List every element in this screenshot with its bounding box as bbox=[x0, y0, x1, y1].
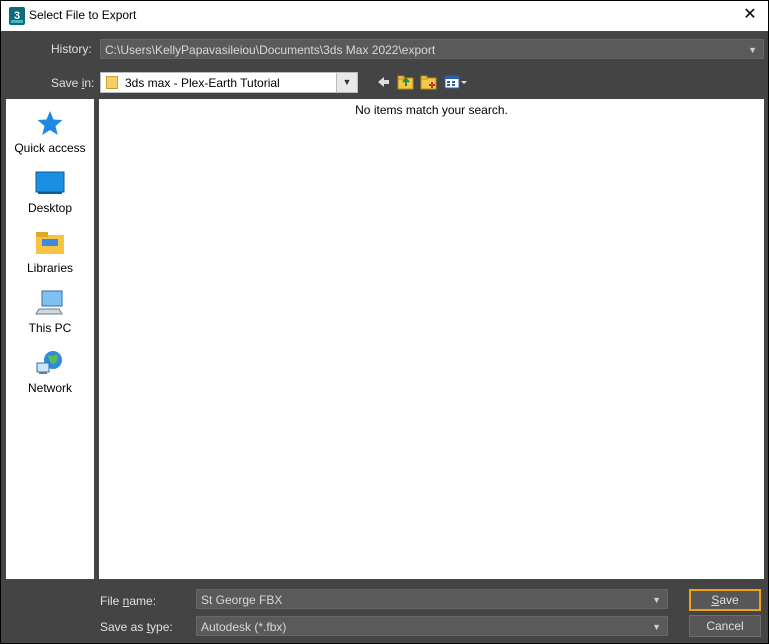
place-libraries[interactable]: Libraries bbox=[6, 229, 94, 275]
chevron-down-icon[interactable]: ▼ bbox=[652, 590, 661, 608]
save-in-combo[interactable]: 3ds max - Plex-Earth Tutorial ▼ bbox=[100, 72, 358, 93]
history-combo[interactable]: C:\Users\KellyPapavasileiou\Documents\3d… bbox=[100, 39, 764, 59]
app-3dsmax-icon: 3 bbox=[9, 7, 25, 25]
computer-icon bbox=[35, 290, 63, 315]
place-label: This PC bbox=[28, 321, 72, 335]
place-quick-access[interactable]: Quick access bbox=[6, 109, 94, 155]
place-label: Quick access bbox=[14, 141, 86, 155]
place-desktop[interactable]: Desktop bbox=[6, 169, 94, 215]
dialog-title: Select File to Export bbox=[29, 8, 137, 22]
place-label: Desktop bbox=[27, 201, 73, 215]
place-label: Libraries bbox=[26, 261, 74, 275]
desktop-icon bbox=[35, 171, 65, 194]
save-as-type-select[interactable]: Autodesk (*.fbx) ▼ bbox=[196, 616, 668, 636]
chevron-down-icon[interactable]: ▼ bbox=[748, 40, 757, 58]
view-menu-icon[interactable] bbox=[444, 74, 468, 90]
history-value: C:\Users\KellyPapavasileiou\Documents\3d… bbox=[105, 43, 436, 57]
svg-text:3: 3 bbox=[14, 10, 20, 22]
chevron-down-icon[interactable]: ▼ bbox=[336, 73, 357, 92]
place-label: Network bbox=[27, 381, 72, 395]
title-bar: 3 Select File to Export ✕ bbox=[1, 1, 768, 31]
save-as-type-label: Save as type: bbox=[100, 620, 173, 634]
save-as-type-value: Autodesk (*.fbx) bbox=[201, 620, 287, 634]
close-icon[interactable]: ✕ bbox=[740, 5, 760, 25]
export-dialog: 3 Select File to Export ✕ History: C:\Us… bbox=[0, 0, 769, 644]
star-icon bbox=[37, 111, 63, 135]
empty-message: No items match your search. bbox=[355, 103, 508, 117]
cancel-button[interactable]: Cancel bbox=[689, 615, 761, 637]
history-label: History: bbox=[51, 42, 92, 56]
save-in-label: Save in: bbox=[51, 76, 95, 90]
file-name-field[interactable]: St George FBX ▼ bbox=[196, 589, 668, 609]
up-folder-icon[interactable] bbox=[397, 74, 415, 90]
places-bar: Quick access Desktop Libraries This PC N… bbox=[6, 99, 94, 579]
file-name-label: File name: bbox=[100, 594, 157, 608]
network-icon bbox=[36, 351, 62, 374]
new-folder-icon[interactable] bbox=[420, 74, 438, 90]
folder-icon bbox=[106, 76, 118, 89]
save-in-value: 3ds max - Plex-Earth Tutorial bbox=[125, 76, 280, 90]
file-name-value: St George FBX bbox=[201, 593, 283, 607]
file-list[interactable]: No items match your search. bbox=[99, 99, 764, 579]
back-arrow-icon[interactable] bbox=[374, 74, 392, 90]
place-network[interactable]: Network bbox=[6, 349, 94, 395]
chevron-down-icon[interactable]: ▼ bbox=[652, 617, 661, 635]
save-button[interactable]: Save bbox=[689, 589, 761, 611]
place-this-pc[interactable]: This PC bbox=[6, 289, 94, 335]
libraries-icon bbox=[36, 232, 64, 254]
